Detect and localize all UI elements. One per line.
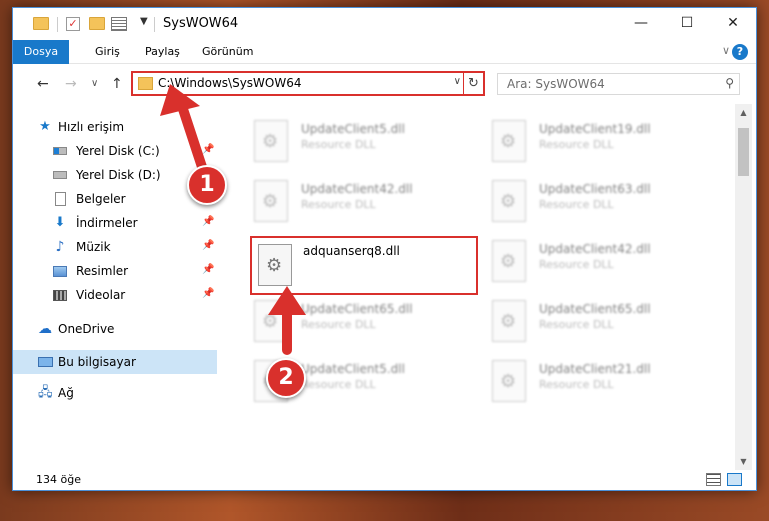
step-2-badge: 2 [266,358,306,398]
annotation-arrows [160,84,306,355]
arrow-to-file [268,286,306,355]
step-1-badge: 1 [187,165,227,205]
arrow-to-address-bar [160,84,208,175]
